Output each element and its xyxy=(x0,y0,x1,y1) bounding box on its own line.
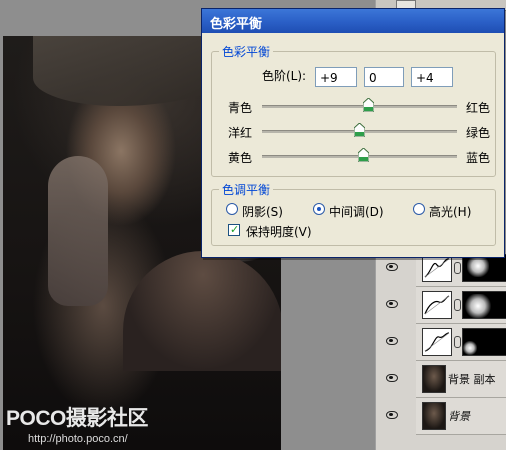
layer-mask-thumbnail[interactable] xyxy=(462,328,506,356)
slider-label-yellow: 黄色 xyxy=(228,151,253,165)
preserve-luminosity-label[interactable]: 保持明度(V) xyxy=(246,223,312,240)
slider-label-blue: 蓝色 xyxy=(466,151,491,165)
layer-background-copy[interactable]: 背景 副本 xyxy=(416,361,506,398)
visibility-toggle[interactable] xyxy=(376,398,412,434)
layer-thumbnail xyxy=(422,365,446,393)
curves-icon xyxy=(422,291,452,319)
slider-track-cyan-red[interactable] xyxy=(262,105,457,108)
photo-hand xyxy=(48,156,108,306)
mask-highlight xyxy=(465,294,491,318)
group-label: 色调平衡 xyxy=(219,181,274,198)
checkmark-icon: ✓ xyxy=(230,223,240,236)
visibility-toggle[interactable] xyxy=(376,324,412,360)
dialog-titlebar[interactable]: 色彩平衡 xyxy=(202,9,504,33)
group-label: 色彩平衡 xyxy=(219,43,274,60)
level-input-magenta-green[interactable]: 0 xyxy=(364,67,404,87)
layer-background[interactable]: 背景 xyxy=(416,398,506,435)
layer-name: 背景 副本 xyxy=(448,373,496,386)
slider-label-magenta: 洋红 xyxy=(228,126,253,140)
layer-mask-thumbnail[interactable] xyxy=(462,291,506,319)
link-icon[interactable] xyxy=(454,336,461,348)
link-icon[interactable] xyxy=(454,262,461,274)
layer-mask-thumbnail[interactable] xyxy=(462,254,506,282)
slider-label-red: 红色 xyxy=(466,101,491,115)
slider-thumb-yellow-blue[interactable] xyxy=(357,147,370,163)
level-input-cyan-red[interactable]: +9 xyxy=(315,67,357,87)
visibility-toggle[interactable] xyxy=(376,361,412,397)
layer-curves-3[interactable] xyxy=(416,324,506,361)
radio-midtones[interactable] xyxy=(313,203,325,215)
eye-pupil xyxy=(389,265,393,268)
levels-label: 色阶(L): xyxy=(262,69,307,83)
radio-highlights[interactable] xyxy=(413,203,425,215)
layer-thumbnail xyxy=(422,402,446,430)
slider-thumb-cyan-red[interactable] xyxy=(362,97,375,113)
radio-label-midtones[interactable]: 中间调(D) xyxy=(329,203,384,220)
watermark-logo: POCO摄影社区 xyxy=(6,407,148,430)
color-balance-dialog: 色彩平衡 色彩平衡 色阶(L): +9 0 +4 青色 红色 洋红 绿色 黄色 … xyxy=(201,8,505,258)
eye-pupil xyxy=(389,376,393,379)
slider-label-cyan: 青色 xyxy=(228,101,253,115)
dialog-title: 色彩平衡 xyxy=(210,17,263,32)
eye-pupil xyxy=(389,339,393,342)
preserve-luminosity-checkbox[interactable]: ✓ xyxy=(228,223,240,236)
curves-icon xyxy=(422,328,452,356)
curves-icon xyxy=(422,254,452,282)
watermark-url: http://photo.poco.cn/ xyxy=(28,433,128,445)
slider-label-green: 绿色 xyxy=(466,126,491,140)
eye-pupil xyxy=(389,302,393,305)
photo-shoulder xyxy=(123,251,281,371)
layer-curves-2[interactable] xyxy=(416,287,506,324)
layer-name: 背景 xyxy=(448,410,470,423)
visibility-toggle[interactable] xyxy=(376,287,412,323)
level-input-yellow-blue[interactable]: +4 xyxy=(411,67,453,87)
mask-highlight xyxy=(463,341,477,355)
link-icon[interactable] xyxy=(454,299,461,311)
mask-highlight xyxy=(467,255,489,277)
slider-thumb-magenta-green[interactable] xyxy=(353,122,366,138)
radio-label-shadows[interactable]: 阴影(S) xyxy=(242,203,283,220)
eye-pupil xyxy=(389,413,393,416)
radio-shadows[interactable] xyxy=(226,203,238,215)
radio-label-highlights[interactable]: 高光(H) xyxy=(429,203,471,220)
